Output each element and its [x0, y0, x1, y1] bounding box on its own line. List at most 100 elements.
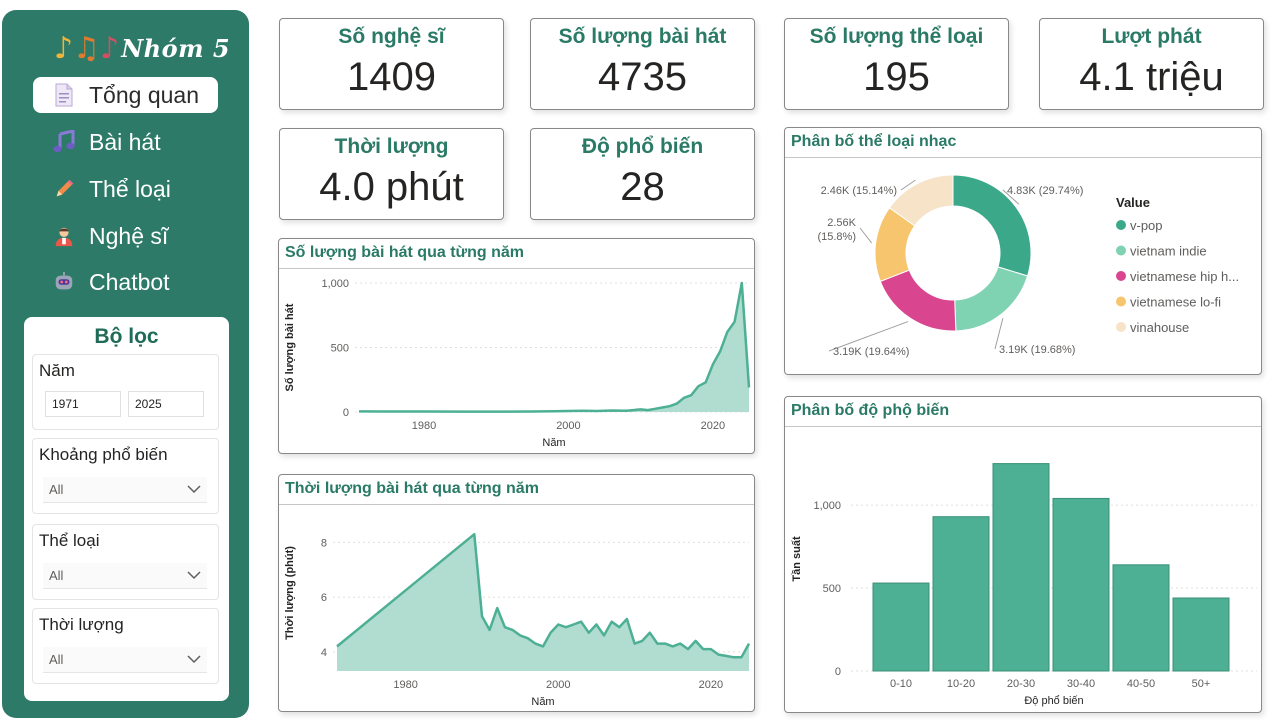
x-tick-label: 0-10 [890, 678, 912, 690]
genre-dropdown[interactable]: All [43, 563, 207, 589]
legend-item: vinahouse [1130, 320, 1189, 335]
data-label: (15.8%) [817, 231, 856, 243]
kpi-value: 195 [863, 55, 930, 99]
duration-per-year-plot: 4 6 8 1980 2000 2020 Năm Thời lượng (phút) [284, 532, 751, 708]
histogram-bar [872, 582, 930, 672]
x-tick-label: 2020 [699, 679, 723, 691]
legend-item: vietnamese hip h... [1130, 269, 1239, 284]
popularity-slicer-label: Khoảng phổ biến [39, 445, 168, 464]
histogram-bar [1172, 597, 1230, 672]
kpi-label: Số lượng thể loại [809, 25, 984, 48]
legend-marker [1116, 245, 1126, 256]
filter-title: Bộ lọc [94, 325, 159, 348]
music-notes-icon: ♪♫♪ [54, 30, 120, 66]
kpi-value: 4.0 phút [319, 165, 464, 209]
kpi-value: 28 [620, 165, 665, 209]
popularity-distribution-chart[interactable]: Phân bố độ phộ biến 0 500 1,000 0-10 10-20 20… [784, 396, 1262, 713]
kpi-value: 4735 [598, 55, 687, 99]
data-label: 4.83K (29.74%) [1007, 185, 1083, 197]
histogram-bar [992, 463, 1050, 672]
kpi-label: Thời lượng [334, 135, 449, 158]
songs-per-year-chart[interactable]: Số lượng bài hát qua từng năm 0 500 1,000 1… [278, 238, 755, 454]
kpi-artists: Số nghệ sĩ 1409 [279, 18, 504, 110]
data-label: 2.46K (15.14%) [821, 185, 897, 197]
kpi-songs: Số lượng bài hát 4735 [530, 18, 755, 110]
genre-distribution-chart[interactable]: Phân bố thể loại nhạc 4.83K (29.74%) 3.19… [784, 127, 1262, 375]
area-fill [337, 534, 749, 671]
x-tick-label: 2000 [546, 679, 570, 691]
x-tick-label: 50+ [1192, 678, 1211, 690]
dashboard: ♪♫♪ Nhóm 5 Tổng quan Bài hát Thể loại Ng… [0, 0, 1278, 720]
music-note-icon [53, 130, 75, 154]
year-slicer: Năm 1971 2025 [32, 354, 219, 430]
y-tick-label: 8 [321, 537, 327, 549]
leader-line [859, 227, 873, 244]
y-tick-label: 1,000 [321, 278, 349, 290]
kpi-genres: Số lượng thể loại 195 [784, 18, 1009, 110]
x-tick-label: 10-20 [947, 678, 975, 690]
x-tick-label: 2000 [556, 420, 580, 432]
duration-per-year-chart[interactable]: Thời lượng bài hát qua từng năm 4 6 8 1980 2… [278, 474, 755, 712]
nav-item-chatbot[interactable]: Chatbot [33, 264, 218, 300]
filter-panel: Bộ lọc Năm 1971 2025 Khoảng phổ biến All… [24, 317, 229, 701]
popularity-bar-plot: 0 500 1,000 0-10 10-20 20-30 30-40 40-50 50+ Độ p… [791, 463, 1257, 707]
chevron-down-icon [187, 655, 201, 664]
legend-item: vietnamese lo-fi [1130, 295, 1221, 310]
y-tick-label: 6 [321, 592, 327, 604]
kpi-label: Số nghệ sĩ [338, 25, 445, 48]
nav-label: Thể loại [89, 175, 171, 202]
kpi-label: Lượt phát [1101, 25, 1202, 48]
document-icon [53, 83, 75, 107]
nav-label: Chatbot [89, 268, 170, 295]
chevron-down-icon [187, 571, 201, 580]
x-tick-label: 40-50 [1127, 678, 1155, 690]
kpi-value: 4.1 triệu [1079, 55, 1224, 99]
nav-item-tong-quan[interactable]: Tổng quan [33, 77, 218, 113]
year-slicer-label: Năm [39, 361, 75, 380]
y-tick-label: 0 [343, 407, 349, 419]
kpi-label: Số lượng bài hát [558, 25, 727, 48]
pencil-icon [53, 177, 75, 201]
legend-marker [1116, 322, 1126, 332]
x-tick-label: 20-30 [1007, 678, 1035, 690]
genre-slicer-label: Thể loại [39, 531, 100, 550]
donut-slice [954, 266, 1029, 332]
legend-marker [1116, 271, 1126, 281]
duration-dropdown[interactable]: All [43, 647, 207, 673]
x-axis-title: Độ phổ biến [1024, 695, 1083, 707]
year-from-input[interactable]: 1971 [45, 391, 121, 417]
genre-slicer: Thể loại All [32, 524, 219, 600]
robot-icon [53, 270, 75, 294]
x-tick-label: 1980 [393, 679, 417, 691]
y-tick-label: 4 [321, 647, 327, 659]
year-to-input[interactable]: 2025 [128, 391, 204, 417]
logo: ♪♫♪ Nhóm 5 [54, 28, 230, 68]
nav-label: Bài hát [89, 128, 161, 155]
sidebar: ♪♫♪ Nhóm 5 Tổng quan Bài hát Thể loại Ng… [2, 10, 249, 718]
data-label: 3.19K (19.68%) [999, 344, 1075, 356]
histogram-bar [932, 516, 990, 672]
legend-marker [1116, 296, 1126, 307]
genre-donut-plot: 4.83K (29.74%) 3.19K (19.68%) 3.19K (19.64… [817, 174, 1239, 358]
nav-label: Tổng quan [89, 81, 199, 108]
legend-title: Value [1116, 195, 1150, 210]
x-axis-title: Năm [531, 696, 554, 708]
nav-item-bai-hat[interactable]: Bài hát [33, 124, 218, 160]
x-tick-label: 30-40 [1067, 678, 1095, 690]
singer-icon [53, 224, 75, 248]
y-tick-label: 500 [823, 583, 841, 595]
duration-slicer: Thời lượng All [32, 608, 219, 684]
data-label: 3.19K (19.64%) [833, 346, 909, 358]
kpi-plays: Lượt phát 4.1 triệu [1039, 18, 1264, 110]
songs-per-year-plot: 0 500 1,000 1980 2000 2020 Năm Số lượng bài hát [284, 278, 751, 449]
nav-item-nghe-si[interactable]: Nghệ sĩ [33, 218, 218, 254]
y-axis-title: Số lượng bài hát [284, 303, 296, 391]
y-axis-title: Thời lượng (phút) [284, 546, 296, 640]
kpi-label: Độ phổ biến [581, 135, 704, 158]
x-tick-label: 2020 [701, 420, 725, 432]
popularity-dropdown[interactable]: All [43, 477, 207, 503]
kpi-duration: Thời lượng 4.0 phút [279, 128, 504, 220]
y-axis-title: Tần suất [791, 536, 803, 582]
nav-item-the-loai[interactable]: Thể loại [33, 171, 218, 207]
histogram-bar [1112, 564, 1170, 672]
